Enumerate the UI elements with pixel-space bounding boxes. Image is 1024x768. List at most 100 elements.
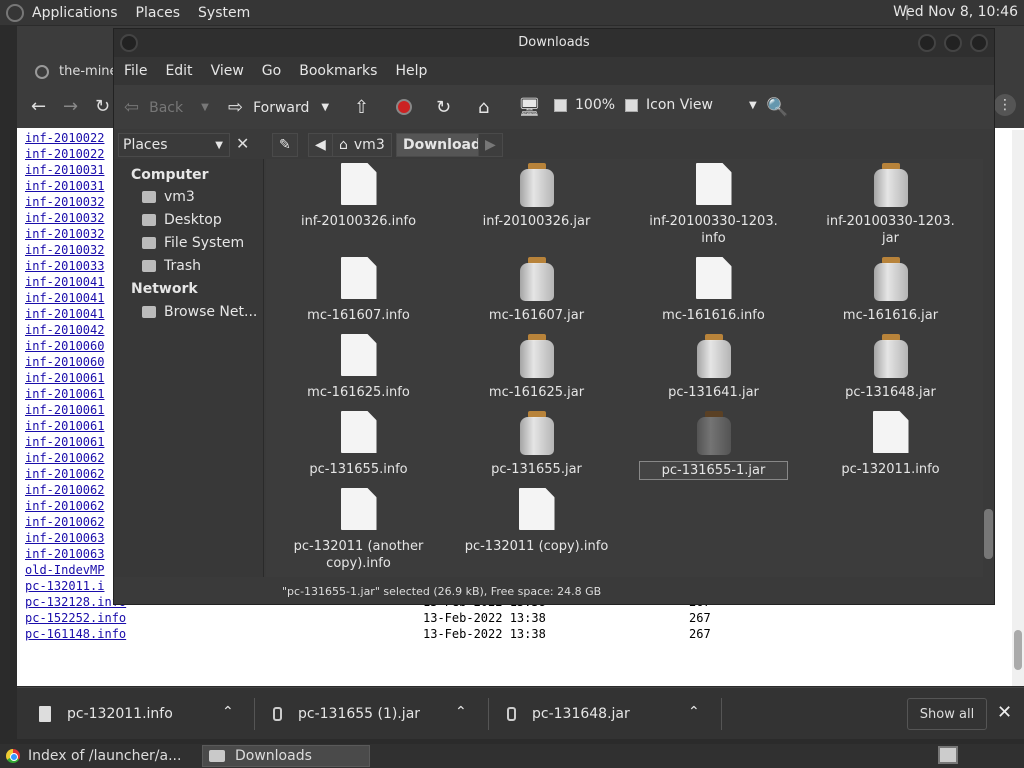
listing-link[interactable]: pc-161148.info <box>25 627 126 641</box>
menu-file[interactable]: File <box>124 63 147 79</box>
listing-link[interactable]: inf-2010032 <box>25 211 104 225</box>
listing-link[interactable]: inf-2010032 <box>25 227 104 241</box>
breadcrumb-left-button[interactable]: ◀ <box>308 133 333 157</box>
file-item[interactable]: inf-20100330-1203. jar <box>802 163 979 247</box>
show-all-button[interactable]: Show all <box>907 698 987 730</box>
stop-button[interactable] <box>396 99 412 115</box>
file-item[interactable]: pc-132011.info <box>802 411 979 478</box>
browser-menu-icon[interactable]: ⋮ <box>994 94 1016 116</box>
taskbar-item-downloads[interactable]: Downloads <box>202 745 370 767</box>
listing-link[interactable]: inf-2010062 <box>25 451 104 465</box>
listing-link[interactable]: inf-2010022 <box>25 147 104 161</box>
file-item[interactable]: mc-161616.jar <box>802 257 979 324</box>
menu-view[interactable]: View <box>211 63 244 79</box>
zoom-in-icon[interactable] <box>625 98 639 112</box>
close-sidebar-icon[interactable]: ✕ <box>236 134 249 153</box>
file-item-selected[interactable]: pc-131655-1.jar <box>625 411 802 480</box>
sidebar-item-vm3[interactable]: vm3 <box>142 189 195 205</box>
home-button[interactable]: ⌂ <box>478 97 499 118</box>
computer-button[interactable]: 🖥 <box>518 97 551 118</box>
listing-link[interactable]: inf-2010032 <box>25 243 104 257</box>
file-item[interactable]: pc-131648.jar <box>802 334 979 401</box>
file-item[interactable]: pc-132011 (copy).info <box>448 488 625 555</box>
menu-help[interactable]: Help <box>395 63 427 79</box>
chevron-up-icon[interactable]: ⌃ <box>688 704 700 720</box>
listing-link[interactable]: inf-2010022 <box>25 131 104 145</box>
listing-link[interactable]: inf-2010041 <box>25 291 104 305</box>
maximize-icon[interactable] <box>944 34 962 52</box>
panel-clock[interactable]: Wed Nov 8, 10:46 <box>893 4 1018 20</box>
file-item[interactable]: inf-20100326.jar <box>448 163 625 230</box>
listing-link[interactable]: inf-2010041 <box>25 307 104 321</box>
menu-go[interactable]: Go <box>262 63 281 79</box>
file-item[interactable]: pc-131655.info <box>270 411 447 478</box>
listing-link[interactable]: inf-2010060 <box>25 339 104 353</box>
listing-link[interactable]: pc-152252.info <box>25 611 126 625</box>
file-item[interactable]: mc-161625.jar <box>448 334 625 401</box>
view-mode-select[interactable]: Icon View ▼ <box>646 97 757 113</box>
listing-link[interactable]: pc-132128.info <box>25 595 126 609</box>
download-item[interactable]: pc-132011.info <box>39 688 173 740</box>
scroll-thumb[interactable] <box>984 509 993 559</box>
file-item[interactable]: mc-161625.info <box>270 334 447 401</box>
listing-link[interactable]: inf-2010063 <box>25 531 104 545</box>
listing-link[interactable]: inf-2010062 <box>25 467 104 481</box>
listing-link[interactable]: inf-2010061 <box>25 419 104 433</box>
breadcrumb-right-button[interactable]: ▶ <box>478 133 503 157</box>
minimize-icon[interactable] <box>918 34 936 52</box>
file-item[interactable]: mc-161607.jar <box>448 257 625 324</box>
close-icon[interactable] <box>970 34 988 52</box>
panel-menu-places[interactable]: Places <box>136 5 181 21</box>
browser-scrollbar[interactable] <box>1012 130 1024 686</box>
chevron-down-icon[interactable]: ▼ <box>201 102 209 113</box>
icon-view-scrollbar[interactable] <box>983 159 994 577</box>
breadcrumb-vm3[interactable]: ⌂ vm3 <box>332 133 392 157</box>
menu-edit[interactable]: Edit <box>165 63 192 79</box>
sidebar-item-desktop[interactable]: Desktop <box>142 212 222 228</box>
listing-link[interactable]: inf-2010041 <box>25 275 104 289</box>
chevron-up-icon[interactable]: ⌃ <box>455 704 467 720</box>
file-item[interactable]: mc-161616.info <box>625 257 802 324</box>
icon-view[interactable]: inf-20100326.info inf-20100326.jar inf-201… <box>266 159 983 577</box>
listing-link[interactable]: old-IndevMP <box>25 563 104 577</box>
browser-tab[interactable]: the-mine <box>35 64 118 79</box>
file-item[interactable]: pc-132011 (another copy).info <box>270 488 447 572</box>
listing-link[interactable]: inf-2010063 <box>25 547 104 561</box>
listing-link[interactable]: inf-2010061 <box>25 435 104 449</box>
listing-link[interactable]: inf-2010062 <box>25 499 104 513</box>
taskbar-item-browser[interactable]: Index of /launcher/a... <box>0 745 200 767</box>
listing-link[interactable]: inf-2010062 <box>25 483 104 497</box>
close-icon[interactable]: ✕ <box>997 702 1012 723</box>
chevron-up-icon[interactable]: ⌃ <box>222 704 234 720</box>
panel-menu-system[interactable]: System <box>198 5 250 21</box>
listing-link[interactable]: inf-2010062 <box>25 515 104 529</box>
up-button[interactable]: ⇧ <box>354 97 379 118</box>
sidebar-item-trash[interactable]: Trash <box>142 258 201 274</box>
zoom-out-icon[interactable] <box>554 98 567 112</box>
forward-button[interactable]: ⇨ Forward ▼ <box>228 97 329 118</box>
browser-forward-icon[interactable]: → <box>63 96 78 117</box>
listing-link[interactable]: inf-2010031 <box>25 179 104 193</box>
listing-link[interactable]: inf-2010033 <box>25 259 104 273</box>
browser-back-icon[interactable]: ← <box>31 96 46 117</box>
listing-link[interactable]: inf-2010032 <box>25 195 104 209</box>
sidebar-item-file-system[interactable]: File System <box>142 235 244 251</box>
sidebar-item-browse-network[interactable]: Browse Net... <box>142 304 257 320</box>
listing-link[interactable]: inf-2010061 <box>25 403 104 417</box>
search-button[interactable]: 🔍 <box>766 97 798 118</box>
reload-button[interactable]: ↻ <box>436 97 461 118</box>
edit-location-button[interactable]: ✎ <box>272 133 298 157</box>
listing-link[interactable]: inf-2010061 <box>25 387 104 401</box>
download-item[interactable]: pc-131648.jar <box>507 688 630 740</box>
browser-reload-icon[interactable]: ↻ <box>95 96 110 117</box>
browser-scroll-thumb[interactable] <box>1014 630 1022 670</box>
zoom-control[interactable]: 100% <box>554 97 646 113</box>
file-item[interactable]: pc-131641.jar <box>625 334 802 401</box>
distro-logo-icon[interactable] <box>6 3 24 22</box>
panel-menu-applications[interactable]: Applications <box>32 5 118 21</box>
file-item[interactable]: pc-131655.jar <box>448 411 625 478</box>
file-item[interactable]: mc-161607.info <box>270 257 447 324</box>
listing-link[interactable]: inf-2010060 <box>25 355 104 369</box>
back-button[interactable]: ⇦ Back ▼ <box>124 97 209 118</box>
listing-link[interactable]: pc-132011.i <box>25 579 104 593</box>
